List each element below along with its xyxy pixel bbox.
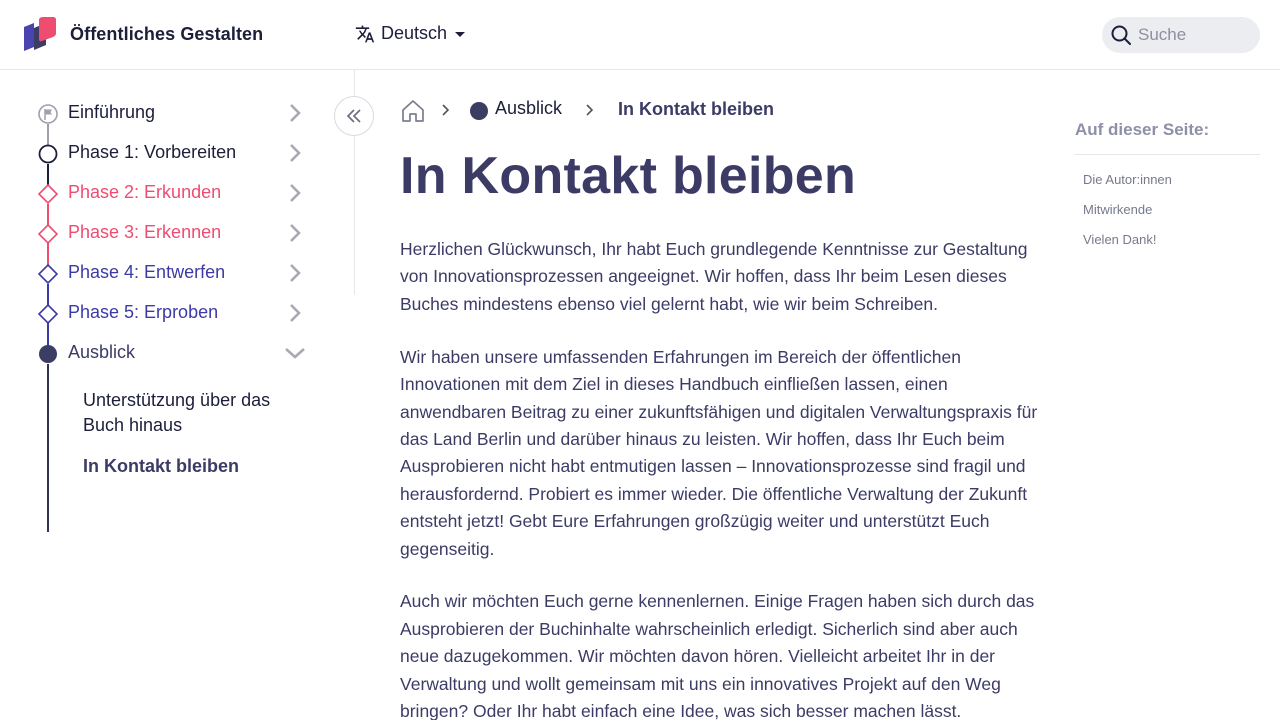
sidebar-item-label: Phase 3: Erkennen	[68, 222, 222, 242]
flag-icon	[38, 104, 58, 124]
site-title[interactable]: Öffentliches Gestalten	[70, 24, 263, 45]
filled-circle-icon	[39, 345, 57, 363]
search-input[interactable]	[1138, 25, 1248, 45]
sidebar-item-phase-3[interactable]: Phase 3: Erkennen	[0, 214, 320, 254]
chevron-down-icon[interactable]	[284, 342, 306, 364]
paragraph: Herzlichen Glückwunsch, Ihr habt Euch gr…	[400, 239, 1028, 314]
diamond-icon	[38, 304, 58, 324]
chevron-right-icon[interactable]	[284, 222, 306, 244]
sidebar-item-phase-5[interactable]: Phase 5: Erproben	[0, 294, 320, 334]
sidebar-item-label: Phase 2: Erkunden	[68, 182, 222, 202]
chevron-right-icon[interactable]	[284, 142, 306, 164]
page-title: In Kontakt bleiben	[400, 147, 857, 205]
sidebar-item-label: Phase 4: Entwerfen	[68, 262, 226, 282]
logo-icon[interactable]	[22, 16, 58, 54]
diamond-icon	[38, 184, 58, 204]
breadcrumb-dot-icon	[470, 102, 488, 120]
translate-icon	[355, 25, 375, 42]
sidebar-subitem-unterstuetzung[interactable]: Unterstützung über das Buch hinaus	[83, 388, 313, 438]
timeline-line	[47, 364, 49, 532]
paragraph: Auch wir möchten Euch gerne kennenlernen…	[400, 591, 1035, 720]
sidebar-item-label: Einführung	[68, 102, 156, 122]
diamond-icon	[38, 264, 58, 284]
toc-title: Auf dieser Seite:	[1075, 120, 1260, 155]
caret-down-icon	[455, 31, 466, 37]
sidebar-subitem-in-kontakt-bleiben[interactable]: In Kontakt bleiben	[83, 454, 313, 479]
chevron-right-icon[interactable]	[284, 262, 306, 284]
sidebar-item-phase-1[interactable]: Phase 1: Vorbereiten	[0, 134, 320, 174]
breadcrumb-current: In Kontakt bleiben	[618, 99, 775, 119]
sidebar-item-label: Phase 5: Erproben	[68, 302, 219, 322]
sidebar-item-ausblick[interactable]: Ausblick	[0, 334, 320, 374]
sidebar-item-label: Ausblick	[68, 342, 136, 362]
circle-icon	[38, 144, 58, 164]
sidebar-item-einfuehrung[interactable]: Einführung	[0, 94, 320, 134]
language-label: Deutsch	[381, 23, 448, 43]
sidebar-nav: Einführung Phase 1: Vorbereiten Phase 2:…	[0, 70, 355, 720]
search-box[interactable]	[1102, 17, 1260, 53]
language-selector[interactable]: Deutsch	[355, 23, 467, 44]
toc-link-mitwirkende[interactable]: Mitwirkende	[1083, 202, 1260, 217]
collapse-sidebar-button[interactable]	[334, 96, 374, 136]
double-chevron-left-icon	[346, 109, 361, 123]
diamond-icon	[38, 224, 58, 244]
chevron-right-icon[interactable]	[284, 302, 306, 324]
sidebar-item-phase-4[interactable]: Phase 4: Entwerfen	[0, 254, 320, 294]
table-of-contents: Auf dieser Seite: Die Autor:innen Mitwir…	[1075, 120, 1260, 247]
chevron-right-icon[interactable]	[284, 102, 306, 124]
sidebar-item-phase-2[interactable]: Phase 2: Erkunden	[0, 174, 320, 214]
search-icon	[1111, 25, 1131, 45]
article-body: Herzlichen Glückwunsch, Ihr habt Euch gr…	[400, 236, 1040, 720]
top-header: Öffentliches Gestalten Deutsch	[0, 0, 1280, 70]
chevron-right-icon	[586, 104, 594, 116]
breadcrumb-parent-link[interactable]: Ausblick	[495, 98, 562, 119]
sidebar-item-label: Phase 1: Vorbereiten	[68, 142, 237, 162]
toc-link-autorinnen[interactable]: Die Autor:innen	[1083, 172, 1260, 187]
chevron-right-icon[interactable]	[284, 182, 306, 204]
paragraph: Wir haben unsere umfassenden Erfahrungen…	[400, 346, 1038, 559]
toc-link-vielen-dank[interactable]: Vielen Dank!	[1083, 232, 1260, 247]
home-icon[interactable]	[400, 98, 426, 124]
chevron-right-icon	[442, 104, 450, 116]
